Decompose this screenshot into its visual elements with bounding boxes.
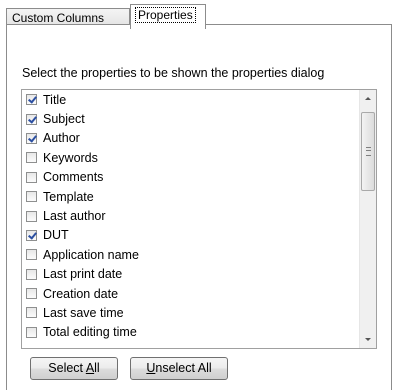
checkbox-unchecked[interactable] <box>26 249 37 261</box>
select-all-mnemonic: A <box>85 361 95 375</box>
checkbox-unchecked[interactable] <box>26 268 37 280</box>
tab-properties[interactable]: Properties <box>130 4 206 29</box>
unselect-all-label-suffix: nselect All <box>155 361 212 375</box>
property-label: Subject <box>43 112 85 127</box>
checkbox-unchecked[interactable] <box>26 191 37 203</box>
property-item[interactable]: Last author <box>22 206 359 225</box>
select-all-button[interactable]: Select All <box>30 357 118 380</box>
property-label: Title <box>43 92 67 107</box>
property-label: Author <box>43 131 80 146</box>
property-item[interactable]: Template <box>22 187 359 206</box>
property-item[interactable]: Keywords <box>22 148 359 167</box>
property-item[interactable]: Comments <box>22 168 359 187</box>
property-item[interactable]: Subject <box>22 109 359 128</box>
select-all-label-prefix: Select <box>48 361 86 375</box>
scroll-up-button[interactable] <box>360 90 376 107</box>
select-all-label-suffix: ll <box>94 361 100 375</box>
tab-custom-columns-label: Custom Columns <box>12 11 105 25</box>
property-label: Last print date <box>43 267 123 282</box>
property-item[interactable]: Total editing time <box>22 323 359 342</box>
property-item[interactable]: DUT <box>22 226 359 245</box>
properties-list: Title Subject Author Keywords Comments Templa… <box>22 90 359 342</box>
checkbox-checked[interactable] <box>26 113 37 125</box>
property-label: Total editing time <box>43 325 137 340</box>
property-item[interactable]: Last print date <box>22 265 359 284</box>
checkbox-unchecked[interactable] <box>26 288 37 300</box>
unselect-all-button[interactable]: Unselect All <box>130 357 228 380</box>
checkbox-unchecked[interactable] <box>26 171 37 183</box>
property-item[interactable]: Application name <box>22 245 359 264</box>
grip-icon <box>366 147 371 156</box>
scroll-down-button[interactable] <box>360 331 376 348</box>
property-label: Comments <box>43 170 104 185</box>
vertical-scrollbar[interactable] <box>359 90 376 348</box>
chevron-down-icon <box>365 338 371 341</box>
checkbox-checked[interactable] <box>26 229 37 241</box>
checkbox-unchecked[interactable] <box>26 210 37 222</box>
property-item[interactable]: Last save time <box>22 303 359 322</box>
checkbox-unchecked[interactable] <box>26 307 37 319</box>
property-item[interactable]: Creation date <box>22 284 359 303</box>
instruction-text: Select the properties to be shown the pr… <box>22 66 325 80</box>
checkbox-checked[interactable] <box>26 94 37 106</box>
property-label: Last author <box>43 209 106 224</box>
properties-checklist[interactable]: Title Subject Author Keywords Comments Templa… <box>21 89 377 349</box>
chevron-up-icon <box>365 97 371 100</box>
property-label: Keywords <box>43 150 98 165</box>
property-label: DUT <box>43 228 69 243</box>
property-label: Creation date <box>43 286 119 301</box>
scrollbar-thumb[interactable] <box>361 112 375 191</box>
property-label: Template <box>43 189 94 204</box>
property-item[interactable]: Title <box>22 90 359 109</box>
checkbox-unchecked[interactable] <box>26 152 37 164</box>
property-label: Application name <box>43 247 139 262</box>
checkbox-checked[interactable] <box>26 132 37 144</box>
property-label: Last save time <box>43 305 124 320</box>
property-item[interactable]: Author <box>22 129 359 148</box>
tab-properties-label: Properties <box>135 7 196 23</box>
checkbox-unchecked[interactable] <box>26 326 37 338</box>
